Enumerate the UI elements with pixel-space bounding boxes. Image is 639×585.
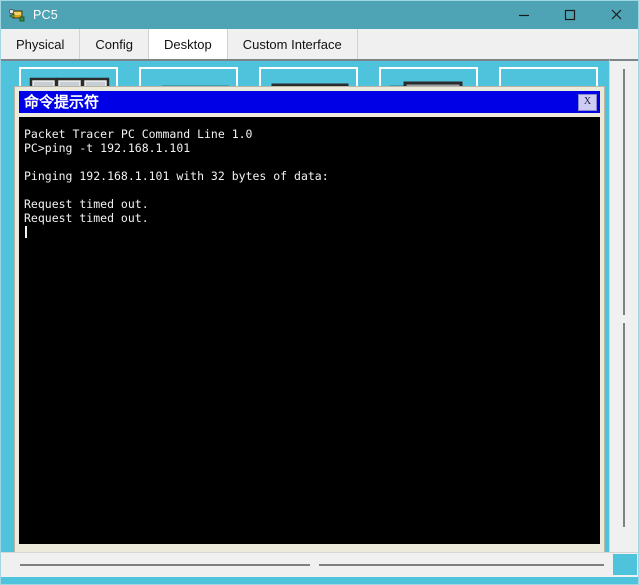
tab-strip: Physical Config Desktop Custom Interface <box>0 29 639 59</box>
horizontal-scrollbar-track[interactable] <box>319 564 604 566</box>
terminal-line: Request timed out. <box>24 197 149 211</box>
command-prompt-titlebar[interactable]: 命令提示符 X <box>19 91 600 113</box>
terminal-line: PC>ping -t 192.168.1.101 <box>24 141 191 155</box>
close-button[interactable] <box>593 0 639 29</box>
window-titlebar: PC5 <box>0 0 639 29</box>
text-cursor <box>25 226 27 238</box>
terminal-line: Pinging 192.168.1.101 with 32 bytes of d… <box>24 169 329 183</box>
tab-custom-interface[interactable]: Custom Interface <box>227 29 358 59</box>
command-prompt-dialog: 命令提示符 X Packet Tracer PC Command Line 1.… <box>14 86 605 554</box>
horizontal-scrollbar[interactable] <box>1 552 638 577</box>
pc-device-window: PC5 Physical Config Desktop Custom Inter… <box>0 0 639 585</box>
tab-physical[interactable]: Physical <box>0 29 81 59</box>
maximize-button[interactable] <box>547 0 593 29</box>
packet-tracer-device-icon <box>8 6 26 24</box>
horizontal-scrollbar-thumb[interactable] <box>20 564 310 566</box>
vertical-scrollbar-thumb[interactable] <box>623 69 625 315</box>
terminal-line: Packet Tracer PC Command Line 1.0 <box>24 127 253 141</box>
vertical-scrollbar-track[interactable] <box>623 323 625 527</box>
vertical-scrollbar[interactable] <box>609 59 638 560</box>
terminal-line: Request timed out. <box>24 211 149 225</box>
minimize-button[interactable] <box>501 0 547 29</box>
window-title: PC5 <box>33 7 58 22</box>
command-prompt-title: 命令提示符 <box>24 92 100 111</box>
window-controls <box>501 0 639 29</box>
terminal-cursor-line <box>23 225 600 239</box>
desktop-pane: 命令提示符 X Packet Tracer PC Command Line 1.… <box>1 59 638 560</box>
resize-grip[interactable] <box>613 554 637 575</box>
tab-desktop[interactable]: Desktop <box>149 29 228 59</box>
command-prompt-close-icon[interactable]: X <box>578 93 597 111</box>
tab-config[interactable]: Config <box>80 29 149 59</box>
terminal-output[interactable]: Packet Tracer PC Command Line 1.0 PC>pin… <box>19 117 600 544</box>
